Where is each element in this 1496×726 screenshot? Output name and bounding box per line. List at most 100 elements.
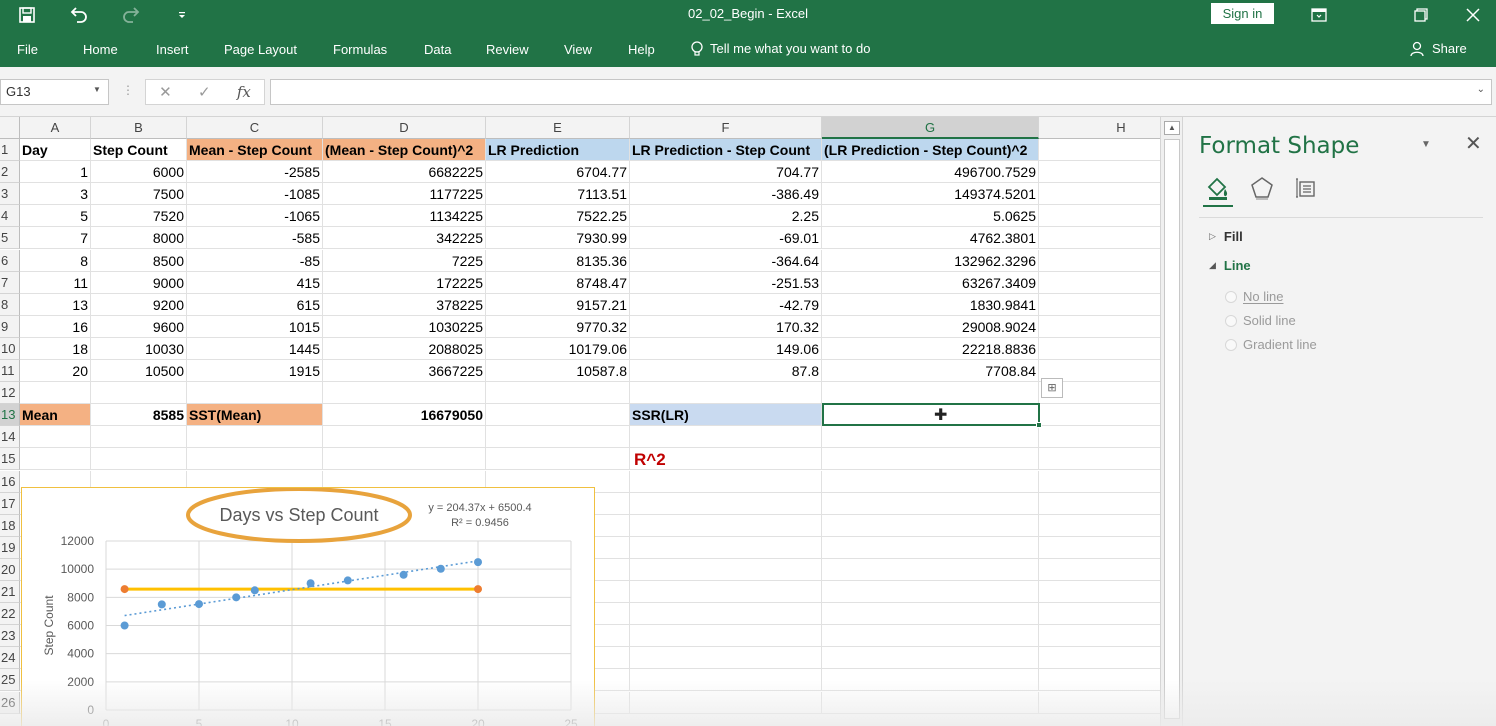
row-header[interactable]: 8 bbox=[0, 293, 20, 316]
cell-d9[interactable]: 1030225 bbox=[323, 315, 486, 338]
cell-f23[interactable] bbox=[630, 625, 822, 648]
cell-d7[interactable]: 172225 bbox=[323, 271, 486, 294]
cell-d14[interactable] bbox=[323, 426, 486, 449]
tab-file[interactable]: File bbox=[17, 30, 38, 67]
cell-f12[interactable] bbox=[630, 382, 822, 405]
expand-formula-icon[interactable]: ⌄ bbox=[1477, 84, 1485, 95]
cell-c10[interactable]: 1445 bbox=[187, 337, 323, 360]
cell-g11[interactable]: 7708.84 bbox=[822, 360, 1039, 383]
cell-c2[interactable]: -2585 bbox=[187, 161, 323, 184]
cell-f16[interactable] bbox=[630, 470, 822, 493]
fill-handle[interactable] bbox=[1036, 422, 1042, 429]
cell-c1[interactable]: Mean - Step Count bbox=[187, 139, 323, 162]
row-header[interactable]: 23 bbox=[0, 625, 20, 648]
row-header[interactable]: 25 bbox=[0, 669, 20, 692]
cell-d10[interactable]: 2088025 bbox=[323, 337, 486, 360]
column-header-e[interactable]: E bbox=[486, 117, 630, 139]
cell-g3[interactable]: 149374.5201 bbox=[822, 183, 1039, 206]
cell-a6[interactable]: 8 bbox=[20, 249, 91, 272]
cell-h5[interactable] bbox=[1039, 227, 1160, 250]
cell-g16[interactable] bbox=[822, 470, 1039, 493]
drag-handle-icon[interactable]: ⋮ bbox=[122, 83, 134, 97]
cell-c11[interactable]: 1915 bbox=[187, 360, 323, 383]
cancel-icon[interactable]: ✕ bbox=[159, 83, 172, 101]
cell-f13[interactable]: SSR(LR) bbox=[630, 404, 822, 427]
cell-e8[interactable]: 9157.21 bbox=[486, 293, 630, 316]
cell-g21[interactable] bbox=[822, 581, 1039, 604]
column-header-f[interactable]: F bbox=[630, 117, 822, 139]
cell-h22[interactable] bbox=[1039, 603, 1160, 626]
cell-e5[interactable]: 7930.99 bbox=[486, 227, 630, 250]
cell-g10[interactable]: 22218.8836 bbox=[822, 337, 1039, 360]
tab-page-layout[interactable]: Page Layout bbox=[224, 30, 297, 67]
cell-e6[interactable]: 8135.36 bbox=[486, 249, 630, 272]
select-all-corner[interactable] bbox=[0, 117, 20, 139]
cell-f10[interactable]: 149.06 bbox=[630, 337, 822, 360]
cell-f22[interactable] bbox=[630, 603, 822, 626]
cell-f19[interactable] bbox=[630, 536, 822, 559]
cell-f6[interactable]: -364.64 bbox=[630, 249, 822, 272]
cell-h20[interactable] bbox=[1039, 559, 1160, 581]
cell-a8[interactable]: 13 bbox=[20, 293, 91, 316]
cell-g12[interactable] bbox=[822, 382, 1039, 405]
cell-h24[interactable] bbox=[1039, 647, 1160, 670]
cell-h19[interactable] bbox=[1039, 537, 1160, 559]
cell-h16[interactable] bbox=[1039, 471, 1160, 493]
row-header[interactable]: 1 bbox=[0, 139, 20, 162]
cell-e9[interactable]: 9770.32 bbox=[486, 315, 630, 338]
cell-b7[interactable]: 9000 bbox=[91, 271, 187, 294]
cell-g14[interactable] bbox=[822, 426, 1039, 449]
cell-g20[interactable] bbox=[822, 558, 1039, 581]
cell-c12[interactable] bbox=[187, 382, 323, 405]
cell-e2[interactable]: 6704.77 bbox=[486, 161, 630, 184]
cell-g8[interactable]: 1830.9841 bbox=[822, 293, 1039, 316]
tab-home[interactable]: Home bbox=[83, 30, 118, 67]
cell-d13[interactable]: 16679050 bbox=[323, 404, 486, 427]
tab-data[interactable]: Data bbox=[424, 30, 451, 67]
cell-a15[interactable] bbox=[20, 448, 91, 471]
cell-f4[interactable]: 2.25 bbox=[630, 205, 822, 228]
insert-function-button[interactable]: fx bbox=[237, 83, 251, 101]
effects-icon[interactable] bbox=[1247, 173, 1277, 203]
radio-button[interactable] bbox=[1225, 338, 1237, 351]
cell-h21[interactable] bbox=[1039, 581, 1160, 604]
cell-e11[interactable]: 10587.8 bbox=[486, 360, 630, 383]
cell-g22[interactable] bbox=[822, 603, 1039, 626]
cell-g2[interactable]: 496700.7529 bbox=[822, 161, 1039, 184]
cell-h7[interactable] bbox=[1039, 272, 1160, 294]
cell-b2[interactable]: 6000 bbox=[91, 161, 187, 184]
cell-g23[interactable] bbox=[822, 625, 1039, 648]
cell-f18[interactable] bbox=[630, 514, 822, 537]
cell-b15[interactable] bbox=[91, 448, 187, 471]
row-header[interactable]: 12 bbox=[0, 382, 20, 405]
cell-h14[interactable] bbox=[1039, 426, 1160, 449]
formula-input[interactable]: ⌄ bbox=[270, 79, 1492, 105]
tab-review[interactable]: Review bbox=[486, 30, 529, 67]
cell-c3[interactable]: -1085 bbox=[187, 183, 323, 206]
cell-h9[interactable] bbox=[1039, 316, 1160, 338]
cell-d4[interactable]: 1134225 bbox=[323, 205, 486, 228]
vertical-scrollbar[interactable]: ▲ bbox=[1160, 117, 1182, 726]
cell-c13[interactable]: SST(Mean) bbox=[187, 404, 323, 427]
cell-b6[interactable]: 8500 bbox=[91, 249, 187, 272]
cell-a1[interactable]: Day bbox=[20, 139, 91, 162]
cell-g17[interactable] bbox=[822, 492, 1039, 515]
row-header[interactable]: 18 bbox=[0, 514, 20, 537]
cell-c7[interactable]: 415 bbox=[187, 271, 323, 294]
cell-f25[interactable] bbox=[630, 669, 822, 692]
cell-f21[interactable] bbox=[630, 581, 822, 604]
restore-icon[interactable] bbox=[1398, 0, 1444, 30]
pane-options-icon[interactable]: ▼ bbox=[1421, 139, 1431, 150]
close-icon[interactable] bbox=[1450, 0, 1496, 30]
radio-button[interactable] bbox=[1225, 314, 1237, 327]
cell-h15[interactable] bbox=[1039, 448, 1160, 471]
cell-c5[interactable]: -585 bbox=[187, 227, 323, 250]
cell-a7[interactable]: 11 bbox=[20, 271, 91, 294]
cell-h3[interactable] bbox=[1039, 183, 1160, 206]
cell-b1[interactable]: Step Count bbox=[91, 139, 187, 162]
cell-a2[interactable]: 1 bbox=[20, 161, 91, 184]
cell-d15[interactable] bbox=[323, 448, 486, 471]
row-header[interactable]: 13 bbox=[0, 404, 20, 427]
cell-d11[interactable]: 3667225 bbox=[323, 360, 486, 383]
chevron-down-icon[interactable]: ▼ bbox=[93, 85, 101, 94]
